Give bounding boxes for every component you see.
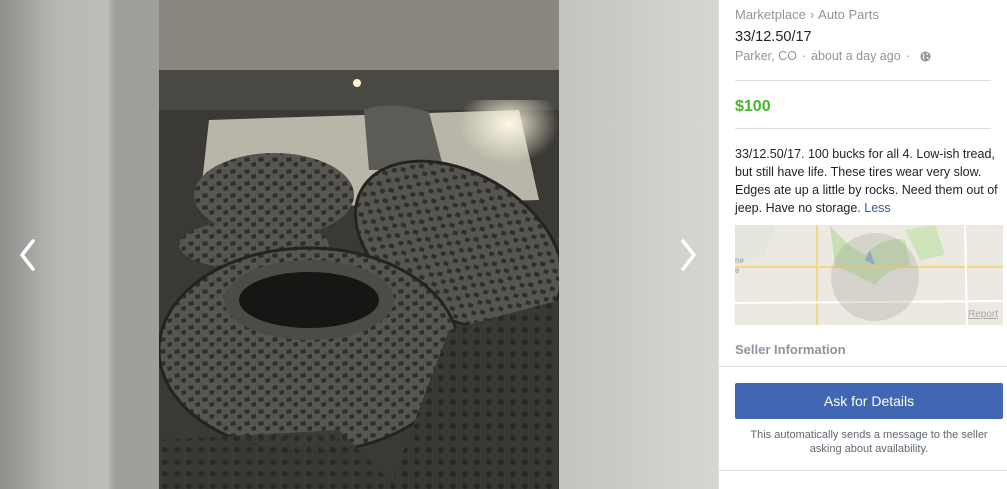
seller-information-heading[interactable]: Seller Information — [735, 342, 846, 357]
breadcrumb-marketplace[interactable]: Marketplace — [735, 7, 806, 22]
listing-price: $100 — [735, 98, 771, 115]
breadcrumb-separator: › — [809, 7, 815, 22]
listing-location[interactable]: Parker, CO — [735, 49, 797, 63]
less-link[interactable]: Less — [864, 201, 890, 215]
breadcrumb: Marketplace › Auto Parts — [735, 7, 879, 22]
meta-separator: · — [801, 49, 806, 63]
listing-description: 33/12.50/17. 100 bucks for all 4. Low-is… — [735, 145, 1005, 217]
listing-photo — [159, 0, 559, 489]
divider — [719, 470, 1007, 471]
listing-meta: Parker, CO · about a day ago · — [735, 49, 931, 63]
photo-viewer — [0, 0, 718, 489]
breadcrumb-auto-parts[interactable]: Auto Parts — [818, 7, 879, 22]
location-map[interactable]: ne e Report — [735, 225, 1003, 325]
listing-sidebar: Marketplace › Auto Parts 33/12.50/17 Parke… — [718, 0, 1007, 489]
listing-posted-time: about a day ago — [811, 49, 901, 63]
ask-for-details-button[interactable]: Ask for Details — [735, 383, 1003, 419]
next-photo-button[interactable] — [676, 236, 700, 274]
divider — [735, 80, 991, 81]
map-label: ne — [735, 256, 744, 265]
map-label: e — [735, 266, 740, 275]
map-image: ne e — [735, 225, 1003, 325]
helper-text: This automatically sends a message to th… — [750, 429, 988, 455]
chevron-left-icon — [20, 239, 35, 271]
globe-icon — [920, 50, 931, 62]
chevron-right-icon — [681, 239, 696, 271]
previous-photo-button[interactable] — [16, 236, 40, 274]
divider — [719, 366, 1007, 367]
tires-in-jeep-photo — [159, 0, 559, 489]
map-report-link[interactable]: Report — [968, 309, 998, 320]
divider — [735, 128, 991, 129]
meta-separator: · — [905, 49, 910, 63]
listing-title: 33/12.50/17 — [735, 29, 812, 45]
